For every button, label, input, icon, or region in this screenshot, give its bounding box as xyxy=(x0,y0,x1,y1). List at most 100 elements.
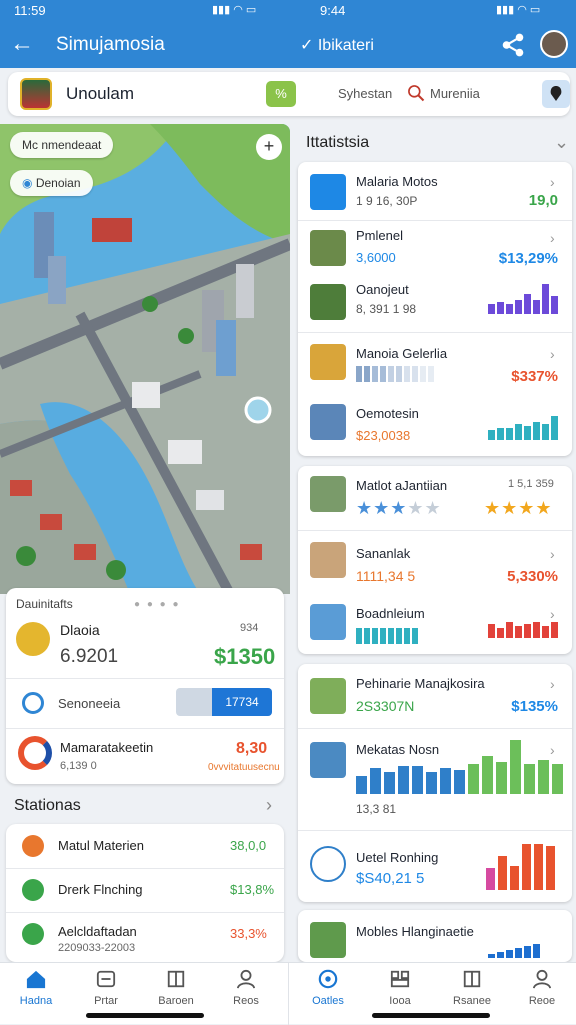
tab-book[interactable]: Baroen xyxy=(146,969,206,1007)
app-bar: ← Simujamosia ✓ Ibikateri xyxy=(0,22,576,68)
station-label[interactable]: Matul Materien xyxy=(58,838,144,853)
chevron-right-icon[interactable]: › xyxy=(266,795,272,816)
tab-label: Prtar xyxy=(94,995,118,1007)
mini-bar-chart xyxy=(488,406,558,440)
item-sub: 1111,34 5 xyxy=(356,568,416,584)
tab-label: Iooa xyxy=(389,995,411,1007)
stat-sub: 0vvvitatuusecnu xyxy=(208,762,280,773)
summary-card: Dauinitafts ● ● ● ● Dlaoia 6.9201 934 $1… xyxy=(6,588,284,784)
signal-icons-right: ▮▮▮ ◠ ▭ xyxy=(496,4,541,16)
list-item[interactable]: Sananlak 1111,34 5 › 5,330% xyxy=(298,530,572,590)
building-thumb xyxy=(310,230,346,266)
tab-library[interactable]: Rsanee xyxy=(442,969,502,1007)
stats-card-1: Malaria Motos 1 9 16, 30P › 19,0 Pmlenel… xyxy=(298,162,572,456)
item-sub: 8, 391 1 98 xyxy=(356,302,417,316)
chevron-right-icon: › xyxy=(550,546,555,562)
quick-action-button[interactable]: % xyxy=(266,81,296,107)
clock-secondary: 9:44 xyxy=(320,3,346,18)
stat-meta: 6,139 0 xyxy=(60,760,97,772)
item-title: Matlot aJantiian xyxy=(356,478,448,493)
secondary-title[interactable]: ✓ Ibikateri xyxy=(300,35,374,55)
item-sub: 1 5,1 359 xyxy=(508,478,554,490)
grid-icon xyxy=(390,970,410,988)
brand-name: Unoulam xyxy=(66,84,135,103)
tab-profile[interactable]: Prtar xyxy=(76,969,136,1007)
station-label[interactable]: Aelcldaftadan xyxy=(58,924,137,939)
stats-card-2: Matlot aJantiian 1 5,1 359 ★★★★★ ★★★★ Sa… xyxy=(298,466,572,654)
tab-label: Reos xyxy=(233,995,259,1007)
map-pin-icon xyxy=(550,86,562,101)
tab-label: Hadna xyxy=(19,995,53,1007)
app-logo xyxy=(20,78,52,110)
list-item[interactable]: Mobles Hlanginaetie xyxy=(298,910,572,962)
summary-header: Dauinitafts xyxy=(16,597,73,611)
list-item[interactable]: Malaria Motos 1 9 16, 30P › 19,0 xyxy=(298,162,572,220)
filter-label[interactable]: Syhestan xyxy=(338,86,392,101)
list-item[interactable]: Mekatas Nosn › 13,3 81 xyxy=(298,728,572,828)
back-arrow-icon[interactable]: ← xyxy=(10,30,34,58)
home-indicator xyxy=(372,1013,490,1018)
station-value: $13,8% xyxy=(230,882,275,897)
list-item[interactable]: Manoia Gelerlia › $337% xyxy=(298,332,572,394)
feature-title: Dlaoia xyxy=(60,622,100,638)
divider xyxy=(6,678,284,679)
list-item[interactable]: Matlot aJantiian 1 5,1 359 ★★★★★ ★★★★ xyxy=(298,466,572,528)
list-item[interactable]: Oanojeut 8, 391 1 98 xyxy=(298,276,572,332)
sunset-thumb xyxy=(310,344,346,380)
tab-home[interactable]: Hadna xyxy=(6,969,66,1007)
pager-dots[interactable]: ● ● ● ● xyxy=(134,599,181,610)
map-thumb xyxy=(310,284,346,320)
city-map[interactable]: Mc nmendeaat ◉ Denoian + xyxy=(0,124,290,594)
zoom-in-button[interactable]: + xyxy=(256,134,282,160)
station-value: 38,0,0 xyxy=(230,838,267,853)
list-item[interactable]: Boadnleium › xyxy=(298,590,572,654)
search-input[interactable]: Mureniia xyxy=(430,86,480,101)
stats-card-4: Mobles Hlanginaetie xyxy=(298,910,572,962)
tab-tools[interactable]: Iooa xyxy=(370,969,430,1007)
temple-thumb xyxy=(310,604,346,640)
station-value: 33,3% xyxy=(230,926,267,941)
stations-heading: Stationas xyxy=(14,797,81,814)
feature-value: $1350 xyxy=(214,644,276,669)
list-item[interactable]: Pehinarie Manajkosira 2S3307N › $135% xyxy=(298,664,572,726)
stations-list: Matul Materien 38,0,0 Drerk Flnching $13… xyxy=(6,824,284,962)
list-item[interactable]: Oemotesin $23,0038 xyxy=(298,394,572,456)
refresh-icon xyxy=(22,692,44,714)
monument-thumb xyxy=(310,476,346,512)
item-title: Uetel Ronhing xyxy=(356,850,439,865)
search-bar: Unoulam % Syhestan Mureniia xyxy=(8,72,570,116)
tab-account[interactable]: Reoe xyxy=(512,969,572,1007)
mini-bar-chart xyxy=(486,838,555,890)
item-title: Manoia Gelerlia xyxy=(356,346,448,361)
map-location-chip[interactable]: ◉ Denoian xyxy=(10,170,93,196)
star-rating: ★★★★ xyxy=(484,498,553,518)
item-sub: $S40,21 5 xyxy=(356,870,425,887)
map-filter-chip[interactable]: Mc nmendeaat xyxy=(10,132,114,158)
station-sub: 2209033-22003 xyxy=(58,942,136,954)
book-icon xyxy=(463,970,481,988)
chevron-down-icon[interactable]: ⌄ xyxy=(554,132,569,153)
list-item[interactable]: Uetel Ronhing $S40,21 5 xyxy=(298,830,572,902)
map-toggle-button[interactable] xyxy=(542,80,570,108)
list-item[interactable]: Pmlenel 3,6000 › $13,29% xyxy=(298,220,572,276)
search-icon[interactable] xyxy=(406,83,426,103)
share-icon[interactable] xyxy=(500,32,526,58)
tab-explore[interactable]: Oatles xyxy=(298,969,358,1007)
item-sub: $23,0038 xyxy=(356,428,411,443)
tower-thumb xyxy=(310,742,346,778)
segment-bar xyxy=(356,628,418,644)
home-icon xyxy=(26,970,46,989)
toggle-value[interactable]: 17734 xyxy=(212,688,272,716)
map-location-label: Denoian xyxy=(35,176,81,190)
tab-user[interactable]: Reos xyxy=(216,969,276,1007)
garden-thumb xyxy=(310,922,346,958)
segmented-toggle[interactable]: 17734 xyxy=(176,688,272,716)
chevron-right-icon: › xyxy=(550,676,555,692)
avatar[interactable] xyxy=(540,30,568,58)
stats-card-3: Pehinarie Manajkosira 2S3307N › $135% Me… xyxy=(298,664,572,902)
tab-label: Oatles xyxy=(312,995,344,1007)
compass-icon xyxy=(318,969,338,989)
dome-icon xyxy=(310,846,346,882)
user-icon xyxy=(532,969,552,989)
station-label[interactable]: Drerk Flnching xyxy=(58,882,143,897)
